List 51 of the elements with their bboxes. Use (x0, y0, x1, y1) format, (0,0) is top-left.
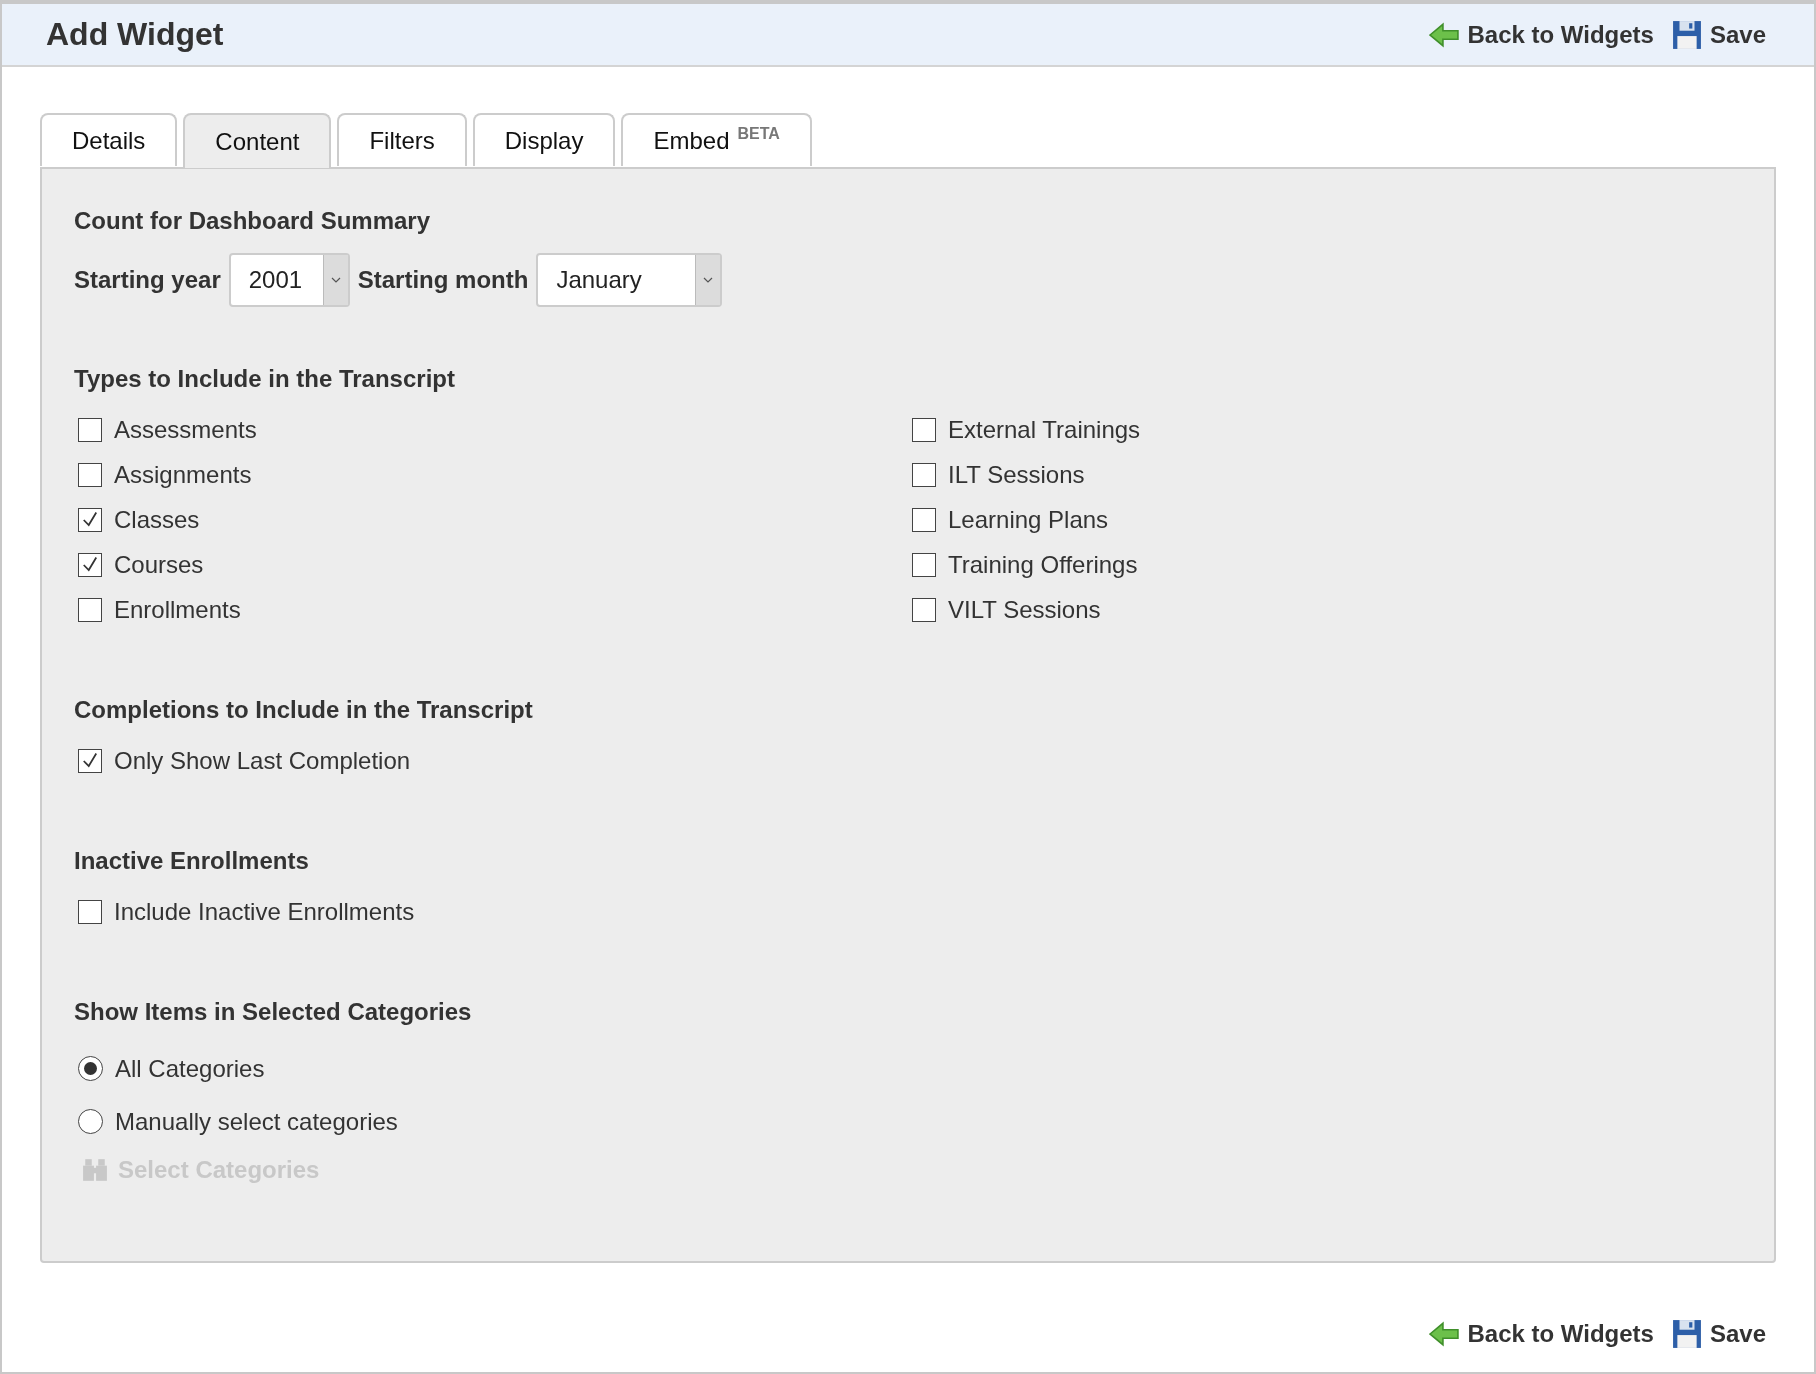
checkbox[interactable] (78, 597, 102, 622)
checkbox-label: VILT Sessions (948, 595, 1101, 624)
checkbox[interactable] (912, 552, 936, 577)
section-heading: Types to Include in the Transcript (74, 365, 456, 393)
checkbox-label: Enrollments (114, 595, 241, 624)
checkbox[interactable] (78, 417, 102, 442)
dropdown[interactable]: January (536, 253, 723, 307)
radio-label: Manually select categories (115, 1107, 398, 1136)
caret-icon (330, 277, 341, 283)
checkbox-label: Training Offerings (948, 550, 1138, 579)
checkbox[interactable] (912, 597, 936, 622)
section-heading: Show Items in Selected Categories (74, 998, 473, 1026)
arrow-left-icon (1429, 1319, 1460, 1349)
checkbox[interactable] (912, 417, 936, 442)
checkbox-label: Assessments (114, 415, 257, 444)
tab[interactable]: Embed $^{BETA}$ (621, 113, 812, 166)
back-link[interactable]: Back to Widgets (1429, 1319, 1654, 1349)
radio-label: All Categories (115, 1054, 265, 1083)
save-link[interactable]: Save (1671, 1319, 1766, 1349)
checkbox-label: Include Inactive Enrollments (114, 897, 415, 926)
field-label: Starting month (357, 266, 529, 294)
checkbox-label: Learning Plans (948, 505, 1109, 534)
binoculars-icon (82, 1158, 108, 1182)
caret-icon (703, 277, 714, 283)
checkbox-label: ILT Sessions (948, 460, 1085, 489)
checkbox[interactable] (912, 507, 936, 532)
radio-button[interactable] (78, 1109, 103, 1134)
tab[interactable]: Content (183, 113, 332, 168)
checkbox[interactable] (78, 462, 102, 487)
checkbox-label: Assignments (114, 460, 252, 489)
checkbox[interactable] (78, 552, 102, 577)
page-title: Add Widget (46, 16, 224, 53)
checkbox-label: External Trainings (948, 415, 1141, 444)
checkbox[interactable] (912, 462, 936, 487)
radio-button[interactable] (78, 1056, 103, 1081)
tab[interactable]: Details (40, 113, 178, 166)
tab[interactable]: Filters (337, 113, 467, 166)
checkbox-label: Courses (114, 550, 204, 579)
back-link[interactable]: Back to Widgets (1429, 19, 1654, 50)
checkbox[interactable] (78, 748, 102, 773)
field-label: Starting year (74, 266, 221, 294)
save-link[interactable]: Save (1671, 19, 1766, 50)
section-heading: Inactive Enrollments (74, 847, 310, 875)
section-heading: Completions to Include in the Transcript (74, 696, 534, 724)
dropdown[interactable]: 2001 (228, 253, 350, 307)
checkbox-label: Classes (114, 505, 200, 534)
checkbox[interactable] (78, 507, 102, 532)
tab[interactable]: Display (472, 113, 616, 166)
checkbox-label: Only Show Last Completion (114, 746, 411, 775)
checkbox[interactable] (78, 899, 102, 924)
section-heading: Count for Dashboard Summary (74, 207, 432, 235)
